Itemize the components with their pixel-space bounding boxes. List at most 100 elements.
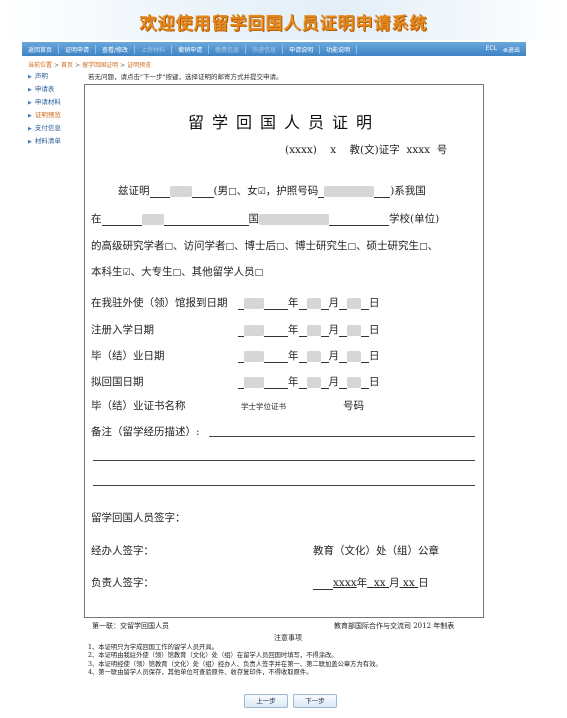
arrow-icon: ▶ xyxy=(28,87,32,93)
date-fields-enrollment: 年月日 xyxy=(238,322,380,337)
returnee-sign-label: 留学回国人员签字： xyxy=(91,512,186,524)
year-unit: 年 xyxy=(288,350,299,362)
checkbox-senior-scholar: □ xyxy=(164,242,174,252)
underline xyxy=(298,378,307,389)
line-student-types: 本科生☑、大专生□、其他留学人员□ xyxy=(91,264,263,279)
underline xyxy=(149,187,170,198)
office-seal-label: 教育（文化）处（组）公章 xyxy=(313,545,439,557)
date-row-graduation: 毕（结）业日期 xyxy=(91,348,165,363)
sign-year: xxxx xyxy=(333,577,357,589)
underline xyxy=(101,215,142,226)
text-school: 学校(单位) xyxy=(389,213,440,225)
nav-withdraw[interactable]: 撤销申请 xyxy=(172,44,210,54)
year-unit: 年 xyxy=(288,297,299,309)
redacted-day xyxy=(347,350,361,362)
date-label: 拟回国日期 xyxy=(91,376,144,388)
next-button[interactable]: 下一步 xyxy=(293,694,337,708)
redacted-passport xyxy=(324,185,375,197)
redacted-month xyxy=(306,376,321,388)
underline xyxy=(361,299,369,310)
copy-label: 第一联：交留学回国人员 xyxy=(92,622,169,630)
nav-home[interactable]: 返回首页 xyxy=(22,44,60,54)
checkbox-phd: □ xyxy=(347,242,357,252)
sidebar-label: 支付信息 xyxy=(34,124,61,132)
date-row-enrollment: 注册入学日期 xyxy=(91,322,154,337)
nav-payment[interactable]: 缴费信息 xyxy=(209,44,247,54)
number-value: xxxx xyxy=(406,144,431,156)
number-x: x xyxy=(330,144,337,156)
sidebar-item-checklist[interactable]: ▶ 材料清单 xyxy=(28,135,72,148)
underline xyxy=(264,352,288,363)
underline xyxy=(298,352,307,363)
note-item: 1、本证明只为学成回国工作的留学人员开具。 xyxy=(88,643,218,651)
breadcrumb-section[interactable]: 留学回国证明 xyxy=(82,62,118,69)
text-phd: 、博士研究生 xyxy=(284,240,348,252)
degree-label: 毕（结）业证书名称 xyxy=(91,400,186,412)
underline xyxy=(339,299,347,310)
year-unit: 年 xyxy=(288,376,299,388)
sidebar-item-payment[interactable]: ▶ 支付信息 xyxy=(28,122,72,135)
header-banner: 欢迎使用留学回国人员证明申请系统 xyxy=(0,0,567,40)
redacted-country xyxy=(141,213,164,225)
issuer-label: 教育部国际合作与交流司 2012 年制表 xyxy=(334,622,455,630)
nav-user[interactable]: ECL xyxy=(486,45,497,54)
sign-month: xx xyxy=(373,577,386,589)
redacted-year xyxy=(244,350,264,362)
certificate-preview: 留学回国人员证明 (xxxx) x 教(文)证字 xxxx 号 兹证明 (男□、女… xyxy=(84,84,484,618)
breadcrumb-home[interactable]: 首页 xyxy=(61,62,73,69)
sidebar-item-application-form[interactable]: ▶ 申请表 xyxy=(28,83,72,96)
month-unit: 月 xyxy=(389,577,400,589)
underline xyxy=(264,378,288,389)
underline xyxy=(329,215,389,226)
date-row-return: 拟回国日期 xyxy=(91,374,144,389)
sidebar-label: 声明 xyxy=(34,72,48,80)
checkbox-visiting-scholar: □ xyxy=(225,242,235,252)
sidebar-item-statement[interactable]: ▶ 声明 xyxy=(28,70,72,83)
underline xyxy=(298,326,307,337)
month-unit: 月 xyxy=(328,324,340,336)
arrow-icon: ▶ xyxy=(28,113,32,119)
date-label: 注册入学日期 xyxy=(91,324,154,336)
date-fields-embassy: 年月日 xyxy=(238,295,380,310)
nav-logout[interactable]: ⊗退出 xyxy=(503,45,520,54)
date-label: 毕（结）业日期 xyxy=(91,350,165,362)
degree-number-label: 号码 xyxy=(343,400,364,412)
instruction-text: 若无问题，请点击"下一步"按键，选择证明的邮寄方式并提交申请。 xyxy=(88,73,283,81)
certificate-number: (xxxx) x 教(文)证字 xxxx 号 xyxy=(285,142,447,157)
text-college: 、大专生 xyxy=(130,266,173,278)
text-master: 、硕士研究生 xyxy=(356,240,420,252)
arrow-icon: ▶ xyxy=(28,139,32,145)
nav-apply[interactable]: 证明申请 xyxy=(59,44,97,54)
degree-name: 学士学位证书 xyxy=(241,402,286,411)
nav-view-edit[interactable]: 查看/修改 xyxy=(96,44,136,54)
nav-function-help[interactable]: 功能说明 xyxy=(320,44,358,54)
breadcrumb-location: 当前位置 xyxy=(28,62,53,69)
nav-apply-help[interactable]: 申请说明 xyxy=(283,44,321,54)
text-postdoc: 、博士后 xyxy=(234,240,277,252)
logout-label: 退出 xyxy=(507,46,520,54)
nav-express[interactable]: 快递信息 xyxy=(246,44,284,54)
sidebar-item-preview[interactable]: ▶ 证明预览 xyxy=(28,109,72,122)
underline xyxy=(163,215,249,226)
text-male: (男 xyxy=(213,185,229,197)
sidebar-label: 材料清单 xyxy=(34,137,61,145)
underline xyxy=(361,352,369,363)
day-unit: 日 xyxy=(369,376,380,388)
underline xyxy=(361,326,369,337)
notes-section: 注意事项 1、本证明只为学成回国工作的留学人员开具。 2、本证明由我驻外使（领）… xyxy=(88,634,488,678)
month-unit: 月 xyxy=(328,350,340,362)
date-fields-return: 年月日 xyxy=(238,374,380,389)
nav-upload[interactable]: 上传材料 xyxy=(135,44,173,54)
month-unit: 月 xyxy=(328,297,340,309)
text-in: 在 xyxy=(91,213,102,225)
redacted-year xyxy=(244,376,264,388)
sidebar-item-materials[interactable]: ▶ 申请材料 xyxy=(28,96,72,109)
prev-button[interactable]: 上一步 xyxy=(244,694,288,708)
redacted-day xyxy=(347,376,361,388)
date-label: 在我驻外使（领）馆报到日期 xyxy=(91,297,228,309)
text-passport: ，护照号码 xyxy=(265,185,319,197)
text-citizen: )系我国 xyxy=(390,185,426,197)
year-unit: 年 xyxy=(288,324,299,336)
text-other: 、其他留学人员 xyxy=(181,266,255,278)
redacted-day xyxy=(347,297,361,309)
